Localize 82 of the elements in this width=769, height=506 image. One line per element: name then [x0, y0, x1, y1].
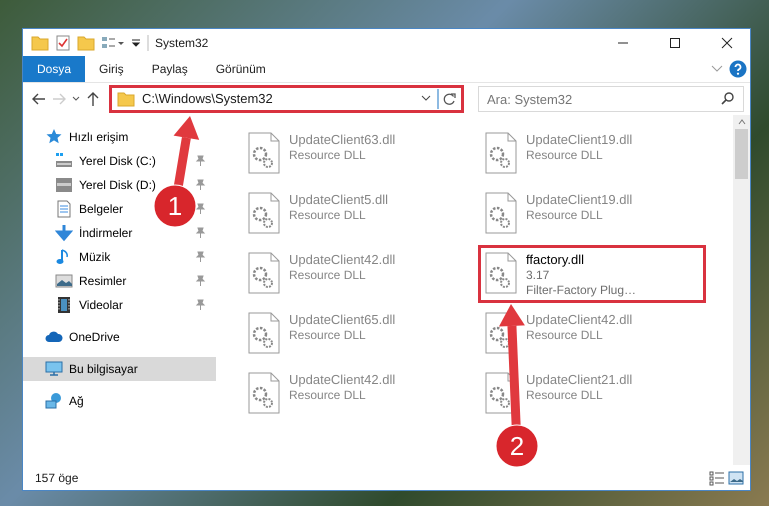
network-icon	[45, 392, 63, 410]
drive-icon	[55, 152, 73, 170]
dll-file-icon	[484, 192, 518, 234]
expand-ribbon-icon[interactable]	[711, 65, 723, 73]
file-item[interactable]: UpdateClient19.dll Resource DLL	[478, 185, 706, 243]
scrollbar-thumb[interactable]	[735, 129, 748, 179]
maximize-icon	[669, 36, 681, 48]
file-name: UpdateClient42.dll	[289, 372, 396, 388]
file-detail: Resource DLL	[526, 328, 604, 343]
step-number-marker: 2	[496, 424, 538, 468]
file-item[interactable]: UpdateClient42.dll Resource DLL	[241, 245, 469, 303]
file-item[interactable]: ffactory.dll 3.17 Filter-Factory Plug…	[478, 245, 706, 303]
file-name: UpdateClient63.dll	[289, 132, 396, 148]
nav-item[interactable]: Müzik	[23, 245, 216, 269]
file-detail: Resource DLL	[526, 388, 604, 403]
file-detail: Resource DLL	[289, 208, 367, 223]
address-bar[interactable]: C:\Windows\System32	[109, 85, 464, 113]
nav-item[interactable]: Hızlı erişim	[23, 125, 216, 149]
file-item[interactable]: UpdateClient5.dll Resource DLL	[241, 185, 469, 243]
file-item[interactable]: UpdateClient19.dll Resource DLL	[478, 125, 706, 183]
download-arrow-icon	[55, 224, 73, 242]
nav-item[interactable]: Resimler	[23, 269, 216, 293]
file-name: UpdateClient19.dll	[526, 132, 632, 148]
dll-file-icon	[247, 312, 281, 354]
file-name: UpdateClient42.dll	[289, 252, 396, 268]
file-detail: Resource DLL	[289, 328, 367, 343]
properties-icon[interactable]	[55, 34, 71, 50]
nav-item[interactable]: Ağ	[23, 389, 216, 413]
monitor-icon	[45, 360, 63, 378]
file-detail: Resource DLL	[526, 208, 604, 223]
address-path: C:\Windows\System32	[142, 90, 274, 108]
file-item[interactable]: UpdateClient21.dll Resource DLL	[478, 365, 706, 423]
up-arrow-icon[interactable]	[85, 91, 101, 107]
nav-item[interactable]: Bu bilgisayar	[23, 357, 216, 381]
ribbon-tab[interactable]: Dosya	[23, 56, 86, 82]
film-icon	[55, 296, 73, 314]
drive-icon	[55, 176, 73, 194]
back-arrow-icon[interactable]	[31, 91, 47, 107]
nav-item[interactable]: Videolar	[23, 293, 216, 317]
file-detail: Filter-Factory Plug…	[526, 283, 636, 298]
dll-file-icon	[247, 252, 281, 294]
folder-icon	[31, 34, 49, 52]
scroll-up-icon[interactable]	[738, 119, 746, 125]
document-icon	[55, 200, 73, 218]
item-count: 157 öge	[35, 470, 78, 486]
picture-icon	[55, 272, 73, 290]
file-detail: Resource DLL	[289, 148, 367, 163]
dll-file-icon	[484, 132, 518, 174]
ribbon-tab[interactable]: Giriş	[85, 56, 138, 82]
dll-file-icon	[247, 132, 281, 174]
close-icon	[721, 36, 733, 48]
file-name: ffactory.dll	[526, 252, 586, 268]
customize-caret-icon[interactable]	[131, 38, 141, 48]
dll-file-icon	[247, 372, 281, 414]
file-detail: Resource DLL	[526, 148, 604, 163]
view-dropdown-icon[interactable]	[101, 34, 125, 50]
file-item[interactable]: UpdateClient42.dll Resource DLL	[241, 365, 469, 423]
title-separator	[147, 34, 149, 50]
details-view-icon[interactable]	[709, 470, 725, 486]
window-title: System32	[155, 34, 208, 52]
search-field[interactable]: Ara: System32	[478, 86, 744, 112]
dll-file-icon	[484, 252, 518, 294]
dll-file-icon	[247, 192, 281, 234]
help-icon[interactable]	[729, 60, 747, 78]
file-detail: Resource DLL	[289, 268, 367, 283]
ribbon-tab[interactable]: Görünüm	[202, 56, 280, 82]
file-name: UpdateClient5.dll	[289, 192, 388, 208]
file-detail: 3.17	[526, 268, 550, 283]
file-name: UpdateClient42.dll	[526, 312, 632, 328]
scrollbar[interactable]	[733, 115, 750, 465]
file-name: UpdateClient19.dll	[526, 192, 632, 208]
large-icons-view-icon[interactable]	[728, 470, 744, 486]
file-name: UpdateClient65.dll	[289, 312, 396, 328]
nav-item[interactable]: Yerel Disk (C:)	[23, 149, 216, 173]
file-item[interactable]: UpdateClient65.dll Resource DLL	[241, 305, 469, 363]
address-divider	[437, 89, 439, 109]
nav-item[interactable]: OneDrive	[23, 325, 216, 349]
star-icon	[45, 128, 63, 146]
ribbon-tab[interactable]: Paylaş	[138, 56, 202, 82]
file-item[interactable]: UpdateClient63.dll Resource DLL	[241, 125, 469, 183]
file-name: UpdateClient21.dll	[526, 372, 632, 388]
file-detail: Resource DLL	[289, 388, 367, 403]
